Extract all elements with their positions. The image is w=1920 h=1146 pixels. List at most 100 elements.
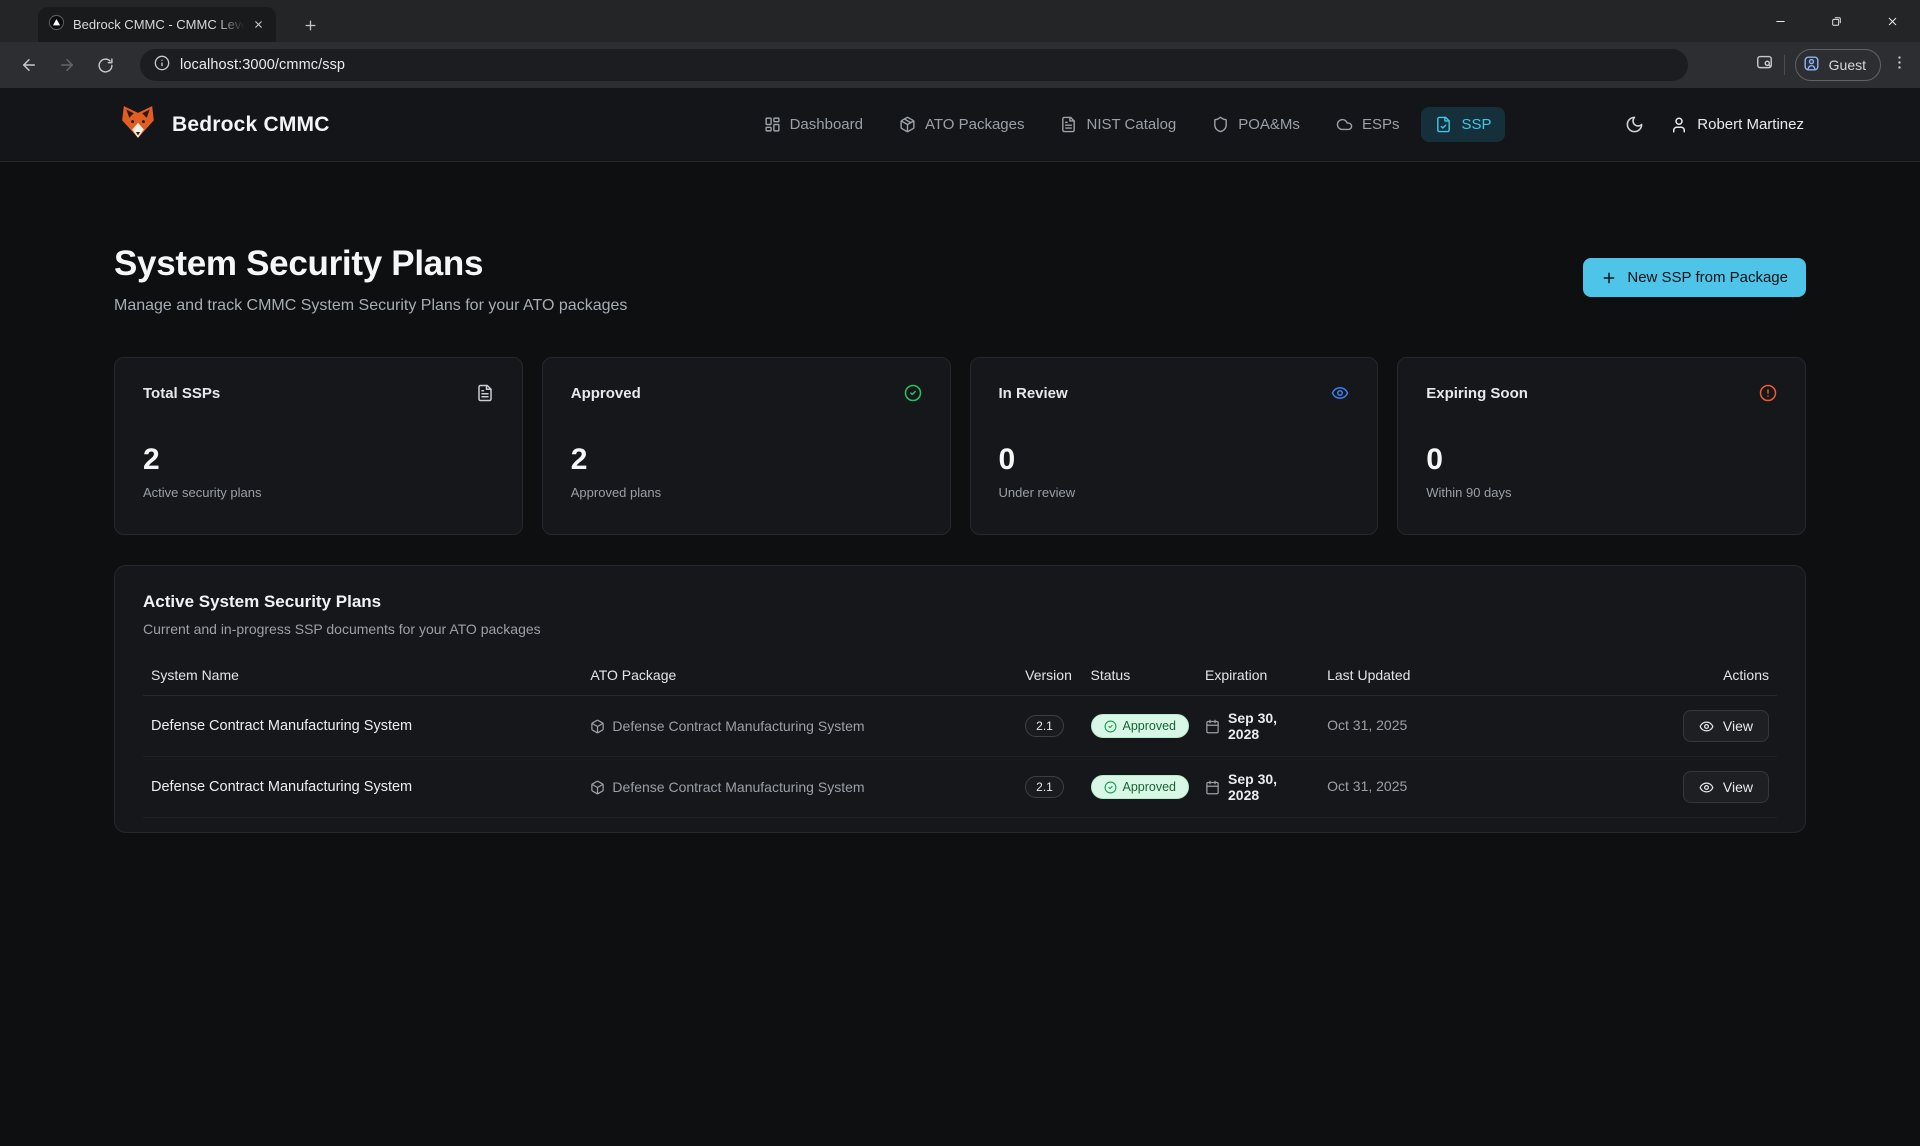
guest-avatar-icon (1802, 54, 1821, 76)
shield-icon (1212, 116, 1229, 133)
nav-label: ESPs (1362, 116, 1400, 133)
calendar-icon (1205, 719, 1220, 734)
eye-icon (1331, 384, 1349, 402)
window-restore-button[interactable] (1808, 0, 1864, 42)
tab-close-icon[interactable] (248, 15, 268, 35)
browser-menu-icon[interactable] (1891, 54, 1908, 76)
nav-label: Dashboard (790, 116, 863, 133)
profile-label: Guest (1829, 57, 1866, 73)
nav-item-poams[interactable]: POA&Ms (1198, 107, 1314, 142)
plus-icon (1601, 270, 1617, 286)
stat-card-approved: Approved 2 Approved plans (542, 357, 951, 535)
table-header-row: System Name ATO Package Version Status E… (143, 655, 1777, 696)
status-label: Approved (1123, 780, 1177, 794)
toolbar-divider (1784, 55, 1785, 75)
stat-sublabel: Under review (999, 485, 1350, 500)
status-label: Approved (1123, 719, 1177, 733)
view-button[interactable]: View (1683, 771, 1769, 803)
ato-package-name: Defense Contract Manufacturing System (612, 718, 864, 734)
panel-title: Active System Security Plans (143, 592, 1777, 612)
user-icon (1670, 116, 1688, 134)
nav-item-esps[interactable]: ESPs (1322, 107, 1414, 142)
window-minimize-button[interactable] (1752, 0, 1808, 42)
stat-value: 2 (571, 443, 922, 477)
last-updated-date: Oct 31, 2025 (1327, 717, 1407, 733)
browser-titlebar: Bedrock CMMC - CMMC Level (0, 0, 1920, 42)
stat-card-in-review: In Review 0 Under review (970, 357, 1379, 535)
panel-subtitle: Current and in-progress SSP documents fo… (143, 621, 1777, 637)
new-ssp-button[interactable]: New SSP from Package (1583, 258, 1806, 297)
ato-package-name: Defense Contract Manufacturing System (612, 779, 864, 795)
stat-label: In Review (999, 385, 1068, 402)
col-status: Status (1083, 655, 1198, 696)
tab-title: Bedrock CMMC - CMMC Level (73, 17, 248, 32)
profile-button[interactable]: Guest (1795, 49, 1881, 81)
expiration-date: Sep 30, 2028 (1228, 710, 1311, 742)
calendar-icon (1205, 780, 1220, 795)
version-badge: 2.1 (1025, 776, 1064, 798)
forward-button[interactable] (50, 48, 84, 82)
stat-label: Expiring Soon (1426, 385, 1528, 402)
view-button-label: View (1723, 779, 1753, 795)
new-tab-button[interactable] (296, 11, 324, 39)
stat-label: Total SSPs (143, 385, 220, 402)
browser-tab[interactable]: Bedrock CMMC - CMMC Level (38, 7, 276, 42)
stat-value: 0 (1426, 443, 1777, 477)
expiration-date: Sep 30, 2028 (1228, 771, 1311, 803)
nav-item-nist-catalog[interactable]: NIST Catalog (1046, 107, 1190, 142)
stat-card-total-ssps: Total SSPs 2 Active security plans (114, 357, 523, 535)
col-ato-package: ATO Package (582, 655, 1017, 696)
user-name: Robert Martinez (1697, 116, 1804, 133)
stat-sublabel: Active security plans (143, 485, 494, 500)
user-menu[interactable]: Robert Martinez (1670, 116, 1804, 134)
check-circle-icon (1104, 781, 1117, 794)
reload-button[interactable] (88, 48, 122, 82)
stat-cards: Total SSPs 2 Active security plans Appro… (114, 357, 1806, 535)
url-bar[interactable]: localhost:3000/cmmc/ssp (140, 49, 1688, 81)
brand-name: Bedrock CMMC (172, 113, 330, 137)
side-panel-icon[interactable] (1755, 53, 1774, 77)
table-row: Defense Contract Manufacturing System De… (143, 757, 1777, 818)
last-updated-date: Oct 31, 2025 (1327, 778, 1407, 794)
file-text-icon (476, 384, 494, 402)
stat-sublabel: Within 90 days (1426, 485, 1777, 500)
moon-icon (1625, 115, 1644, 134)
ssp-table-panel: Active System Security Plans Current and… (114, 565, 1806, 833)
stat-sublabel: Approved plans (571, 485, 922, 500)
window-close-button[interactable] (1864, 0, 1920, 42)
check-circle-icon (1104, 720, 1117, 733)
cloud-icon (1336, 116, 1353, 133)
site-info-icon[interactable] (154, 55, 170, 76)
nav-label: SSP (1461, 116, 1491, 133)
browser-toolbar: localhost:3000/cmmc/ssp Guest (0, 42, 1920, 88)
app-header: Bedrock CMMC Dashboard ATO Packages NIST… (0, 88, 1920, 162)
version-badge: 2.1 (1025, 715, 1064, 737)
dashboard-icon (764, 116, 781, 133)
back-button[interactable] (12, 48, 46, 82)
page-subtitle: Manage and track CMMC System Security Pl… (114, 297, 627, 315)
fox-logo-icon (118, 102, 158, 147)
theme-toggle-button[interactable] (1625, 115, 1644, 134)
eye-icon (1699, 780, 1714, 795)
view-button-label: View (1723, 718, 1753, 734)
system-name: Defense Contract Manufacturing System (151, 718, 412, 734)
url-text: localhost:3000/cmmc/ssp (180, 57, 345, 73)
nav-label: POA&Ms (1238, 116, 1300, 133)
tab-favicon-icon (48, 14, 65, 36)
col-actions: Actions (1598, 655, 1777, 696)
stat-value: 0 (999, 443, 1350, 477)
nav-item-ato-packages[interactable]: ATO Packages (885, 107, 1039, 142)
system-name: Defense Contract Manufacturing System (151, 779, 412, 795)
status-badge: Approved (1091, 714, 1190, 738)
nav-item-ssp[interactable]: SSP (1421, 107, 1505, 142)
nav-item-dashboard[interactable]: Dashboard (750, 107, 877, 142)
stat-value: 2 (143, 443, 494, 477)
view-button[interactable]: View (1683, 710, 1769, 742)
status-badge: Approved (1091, 775, 1190, 799)
package-icon (590, 719, 605, 734)
package-icon (590, 780, 605, 795)
eye-icon (1699, 719, 1714, 734)
stat-label: Approved (571, 385, 641, 402)
check-circle-icon (904, 384, 922, 402)
stat-card-expiring-soon: Expiring Soon 0 Within 90 days (1397, 357, 1806, 535)
